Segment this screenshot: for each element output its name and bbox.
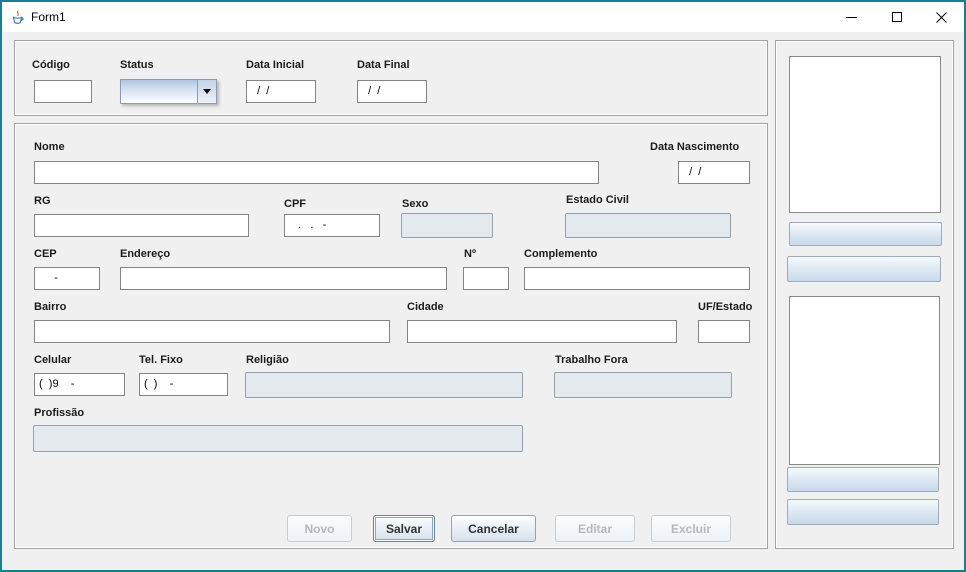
endereco-field[interactable] — [120, 267, 447, 290]
religiao-label: Religião — [246, 354, 289, 367]
bairro-label: Bairro — [34, 301, 66, 314]
java-icon — [10, 10, 25, 25]
religiao-field — [245, 372, 523, 398]
cancelar-button[interactable]: Cancelar — [451, 515, 536, 542]
minimize-button[interactable] — [829, 2, 874, 32]
estado-civil-label: Estado Civil — [566, 194, 629, 207]
codigo-label: Código — [32, 59, 70, 72]
complemento-field[interactable] — [524, 267, 750, 290]
titlebar: Form1 — [2, 2, 964, 32]
data-inicial-label: Data Inicial — [246, 59, 304, 72]
close-icon — [936, 12, 947, 23]
status-combobox[interactable] — [120, 79, 217, 104]
cpf-label: CPF — [284, 198, 306, 211]
side-button-3[interactable] — [787, 467, 939, 492]
cidade-label: Cidade — [407, 301, 444, 314]
sexo-label: Sexo — [402, 198, 428, 211]
nome-label: Nome — [34, 141, 65, 154]
side-button-2[interactable] — [787, 256, 941, 282]
codigo-field[interactable] — [34, 80, 92, 103]
photo-display-area — [789, 56, 941, 213]
app-window: Form1 Código Status Data Inicial / — [0, 0, 966, 572]
novo-button: Novo — [287, 515, 352, 542]
uf-estado-field[interactable] — [698, 320, 750, 343]
chevron-down-icon — [203, 89, 211, 94]
bairro-field[interactable] — [34, 320, 390, 343]
data-inicial-field[interactable]: / / — [246, 80, 316, 103]
sexo-field — [401, 213, 493, 238]
maximize-icon — [892, 12, 902, 22]
maximize-button[interactable] — [874, 2, 919, 32]
tel-fixo-field[interactable]: ( ) - — [139, 373, 228, 396]
profissao-field — [33, 425, 523, 452]
excluir-button: Excluir — [651, 515, 731, 542]
salvar-button[interactable]: Salvar — [373, 515, 435, 542]
combobox-arrow-button[interactable] — [197, 80, 216, 103]
cep-label: CEP — [34, 248, 57, 261]
rg-field[interactable] — [34, 214, 249, 237]
data-nascimento-label: Data Nascimento — [650, 141, 739, 154]
celular-field[interactable]: ( )9 - — [34, 373, 125, 396]
endereco-label: Endereço — [120, 248, 170, 261]
cep-field[interactable]: - — [34, 267, 100, 290]
nome-field[interactable] — [34, 161, 599, 184]
document-display-area — [789, 296, 940, 465]
cidade-field[interactable] — [407, 320, 677, 343]
data-final-field[interactable]: / / — [357, 80, 427, 103]
data-final-label: Data Final — [357, 59, 410, 72]
close-button[interactable] — [919, 2, 964, 32]
status-label: Status — [120, 59, 154, 72]
rg-label: RG — [34, 195, 51, 208]
profissao-label: Profissão — [34, 407, 84, 420]
celular-label: Celular — [34, 354, 71, 367]
side-button-1[interactable] — [789, 222, 942, 246]
side-button-4[interactable] — [787, 499, 939, 525]
data-nascimento-field[interactable]: / / — [678, 161, 750, 184]
complemento-label: Complemento — [524, 248, 597, 261]
numero-field[interactable] — [463, 267, 509, 290]
window-controls — [829, 2, 964, 32]
filter-panel — [14, 40, 768, 116]
cpf-field[interactable]: . . - — [284, 214, 380, 237]
numero-label: Nº — [464, 248, 476, 261]
editar-button: Editar — [555, 515, 635, 542]
trabalho-fora-field — [554, 372, 732, 398]
minimize-icon — [846, 17, 857, 18]
window-title: Form1 — [31, 10, 66, 24]
estado-civil-field — [565, 213, 731, 238]
trabalho-fora-label: Trabalho Fora — [555, 354, 628, 367]
uf-estado-label: UF/Estado — [698, 301, 752, 314]
tel-fixo-label: Tel. Fixo — [139, 354, 183, 367]
